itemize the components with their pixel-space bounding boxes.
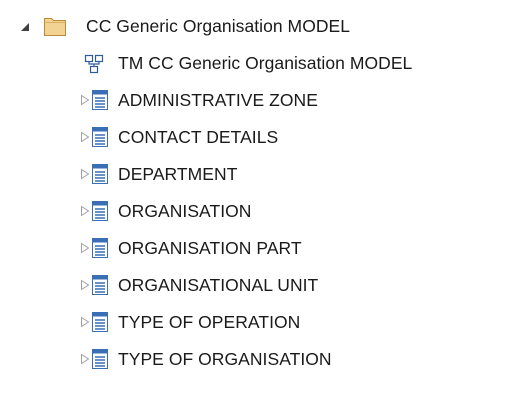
- collapsed-triangle-icon[interactable]: [79, 279, 91, 291]
- project-browser-tree: CC Generic Organisation MODEL TM CC Gene…: [0, 0, 510, 399]
- tree-diagram-label: TM CC Generic Organisation MODEL: [118, 52, 413, 73]
- tree-item-label: TYPE OF ORGANISATION: [118, 348, 332, 369]
- tree-item-administrative-zone[interactable]: ADMINISTRATIVE ZONE: [0, 82, 510, 118]
- diagram-icon: [84, 54, 104, 74]
- table-icon: [92, 349, 108, 369]
- collapsed-triangle-icon[interactable]: [79, 316, 91, 328]
- tree-diagram-row[interactable]: TM CC Generic Organisation MODEL: [0, 45, 510, 81]
- table-icon: [92, 312, 108, 332]
- tree-item-label: ORGANISATIONAL UNIT: [118, 274, 319, 295]
- tree-item-label: DEPARTMENT: [118, 163, 238, 184]
- collapsed-triangle-icon[interactable]: [79, 94, 91, 106]
- tree-item-department[interactable]: DEPARTMENT: [0, 156, 510, 192]
- table-icon: [92, 238, 108, 258]
- table-icon: [92, 127, 108, 147]
- tree-item-type-of-organisation[interactable]: TYPE OF ORGANISATION: [0, 341, 510, 377]
- tree-item-organisation[interactable]: ORGANISATION: [0, 193, 510, 229]
- collapsed-triangle-icon[interactable]: [79, 242, 91, 254]
- collapsed-triangle-icon[interactable]: [79, 168, 91, 180]
- tree-item-label: CONTACT DETAILS: [118, 126, 279, 147]
- table-icon: [92, 275, 108, 295]
- folder-icon: [44, 18, 66, 36]
- tree-item-label: TYPE OF OPERATION: [118, 311, 301, 332]
- collapsed-triangle-icon[interactable]: [79, 205, 91, 217]
- tree-item-organisation-part[interactable]: ORGANISATION PART: [0, 230, 510, 266]
- tree-item-label: ORGANISATION: [118, 200, 252, 221]
- tree-item-contact-details[interactable]: CONTACT DETAILS: [0, 119, 510, 155]
- expanded-triangle-icon[interactable]: [19, 21, 31, 33]
- tree-item-label: ORGANISATION PART: [118, 237, 302, 258]
- tree-item-organisational-unit[interactable]: ORGANISATIONAL UNIT: [0, 267, 510, 303]
- collapsed-triangle-icon[interactable]: [79, 131, 91, 143]
- table-icon: [92, 201, 108, 221]
- collapsed-triangle-icon[interactable]: [79, 353, 91, 365]
- table-icon: [92, 90, 108, 110]
- table-icon: [92, 164, 108, 184]
- tree-item-type-of-operation[interactable]: TYPE OF OPERATION: [0, 304, 510, 340]
- tree-root-label: CC Generic Organisation MODEL: [86, 15, 351, 36]
- tree-root-row[interactable]: CC Generic Organisation MODEL: [0, 8, 510, 44]
- tree-item-label: ADMINISTRATIVE ZONE: [118, 89, 318, 110]
